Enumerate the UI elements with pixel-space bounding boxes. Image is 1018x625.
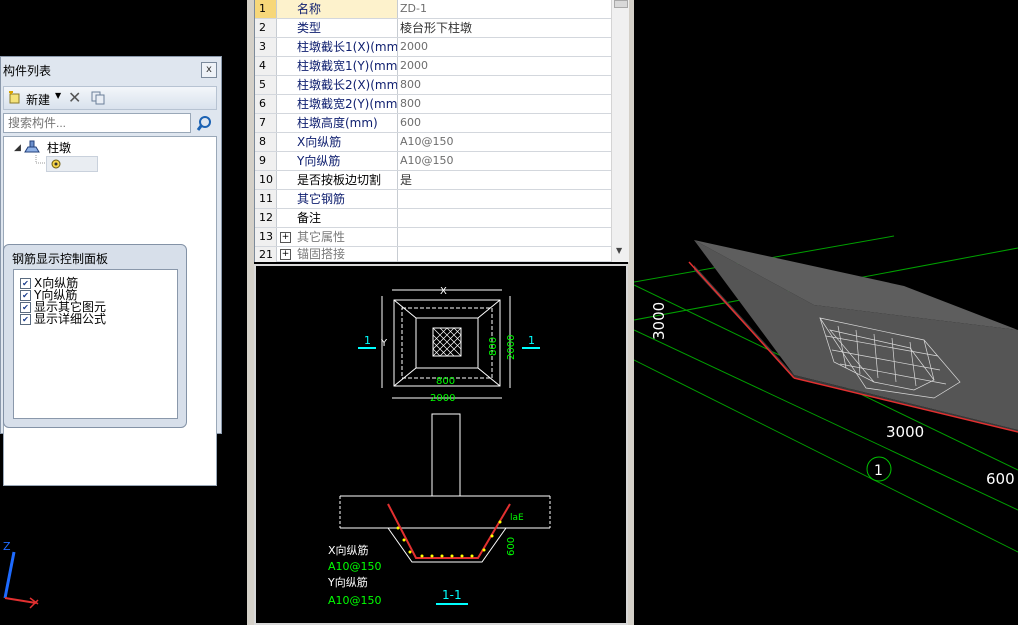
axis-z-label: Z [3,540,11,553]
property-row[interactable]: 5 柱墩截长2(X)(mm) 800 [255,76,611,95]
property-value[interactable]: 棱台形下柱墩 [398,19,613,37]
property-value[interactable]: 2000 [398,38,613,56]
new-icon[interactable] [8,90,22,105]
property-row[interactable]: 2 类型 棱台形下柱墩 [255,19,611,38]
plan-dim-2000-h: 2000 [430,393,455,404]
rebar-options-list: ✔ X向纵筋 ✔ Y向纵筋 ✔ 显示其它图元 ✔ 显示详细公式 [13,269,178,419]
property-row[interactable]: 3 柱墩截长1(X)(mm) 2000 [255,38,611,57]
axis-bubble-label: 1 [874,463,883,479]
property-value[interactable] [398,228,613,246]
rebar-display-panel: 钢筋显示控制面板 ✔ X向纵筋 ✔ Y向纵筋 ✔ 显示其它图元 ✔ 显示详细公式 [3,244,187,428]
property-grid: 1 名称 ZD-1 2 类型 棱台形下柱墩 3 柱墩截长1(X)(mm) 2000 4 柱墩截… [254,0,629,262]
lae-label: laE [510,513,524,523]
property-row[interactable]: 21 + 锚固搭接 [255,247,611,262]
scroll-thumb[interactable] [614,0,628,8]
property-scrollbar[interactable]: ▼ [611,0,629,262]
grid-label-3000-h: 3000 [886,423,924,441]
rebar-panel-title: 钢筋显示控制面板 [12,252,109,266]
checkbox-checked-icon[interactable]: ✔ [20,290,31,301]
search-icon[interactable] [194,113,216,133]
property-value[interactable] [398,209,613,227]
plan-dim-800-h: 800 [436,376,455,387]
checkbox-checked-icon[interactable]: ✔ [20,302,31,313]
section-title: 1-1 [442,588,462,602]
property-value[interactable]: A10@150 [398,133,613,151]
cad-section-view[interactable]: X Y 800 2000 800 2000 1 1 laE 600 X向纵筋 A… [254,264,628,625]
property-value[interactable]: 是 [398,171,613,189]
property-value[interactable]: A10@150 [398,152,613,170]
close-icon[interactable]: x [201,62,217,78]
property-row[interactable]: 7 柱墩高度(mm) 600 [255,114,611,133]
property-row[interactable]: 12 备注 [255,209,611,228]
property-value[interactable]: 800 [398,76,613,94]
property-value[interactable]: 2000 [398,57,613,75]
property-value[interactable] [398,190,613,208]
section-mark-left: 1 [364,334,371,347]
y-rebar-label: Y向纵筋 [327,575,368,589]
section-mark-right: 1 [528,334,535,347]
plan-dim-2000-v: 2000 [506,335,517,360]
grid-label-3000-v: 3000 [650,302,668,340]
new-button[interactable]: 新建 [26,91,50,108]
property-row[interactable]: 13 + 其它属性 [255,228,611,247]
component-list-title: 构件列表 [3,64,52,78]
plan-y-label: Y [380,338,388,349]
checkbox-checked-icon[interactable]: ✔ [20,314,31,325]
tree-root-item[interactable]: 柱墩 [47,139,71,156]
plan-x-label: X [440,286,447,297]
x-rebar-value: A10@150 [328,560,382,573]
model-3d-view[interactable]: 3000 3000 600 1 [634,0,1018,625]
scroll-down-icon[interactable]: ▼ [616,246,622,255]
slab-3d [688,240,1018,433]
property-row[interactable]: 4 柱墩截宽1(Y)(mm) 2000 [255,57,611,76]
section-dim-600: 600 [506,537,517,556]
property-row[interactable]: 8 X向纵筋 A10@150 [255,133,611,152]
y-rebar-value: A10@150 [328,594,382,607]
copy-icon[interactable] [90,90,106,109]
plan-dim-800-v: 800 [488,337,499,356]
splitter-left[interactable] [247,0,254,625]
grid-label-600: 600 [986,470,1015,488]
ucs-axis-icon: Z [3,540,39,609]
checkbox-checked-icon[interactable]: ✔ [20,278,31,289]
x-rebar-label: X向纵筋 [328,543,369,557]
rebar-profile [387,503,511,559]
delete-icon[interactable]: ✕ [68,88,81,107]
property-value[interactable] [398,247,613,265]
property-value[interactable]: ZD-1 [398,0,613,18]
component-toolbar: 新建 ▼ ✕ [3,86,217,110]
tree-expand-icon[interactable]: ◢ [14,143,21,153]
selected-component-item[interactable] [46,156,98,172]
property-value[interactable]: 600 [398,114,613,132]
search-input[interactable] [3,113,191,133]
property-value[interactable]: 800 [398,95,613,113]
property-row[interactable]: 6 柱墩截宽2(Y)(mm) 800 [255,95,611,114]
section-view [339,413,551,563]
property-row[interactable]: 1 名称 ZD-1 [255,0,611,19]
chevron-down-icon[interactable]: ▼ [55,91,61,100]
property-row[interactable]: 10 是否按板边切割是 [255,171,611,190]
rebar-option-formula[interactable]: ✔ 显示详细公式 [20,313,106,325]
property-row[interactable]: 11 其它钢筋 [255,190,611,209]
property-row[interactable]: 9 Y向纵筋 A10@150 [255,152,611,171]
